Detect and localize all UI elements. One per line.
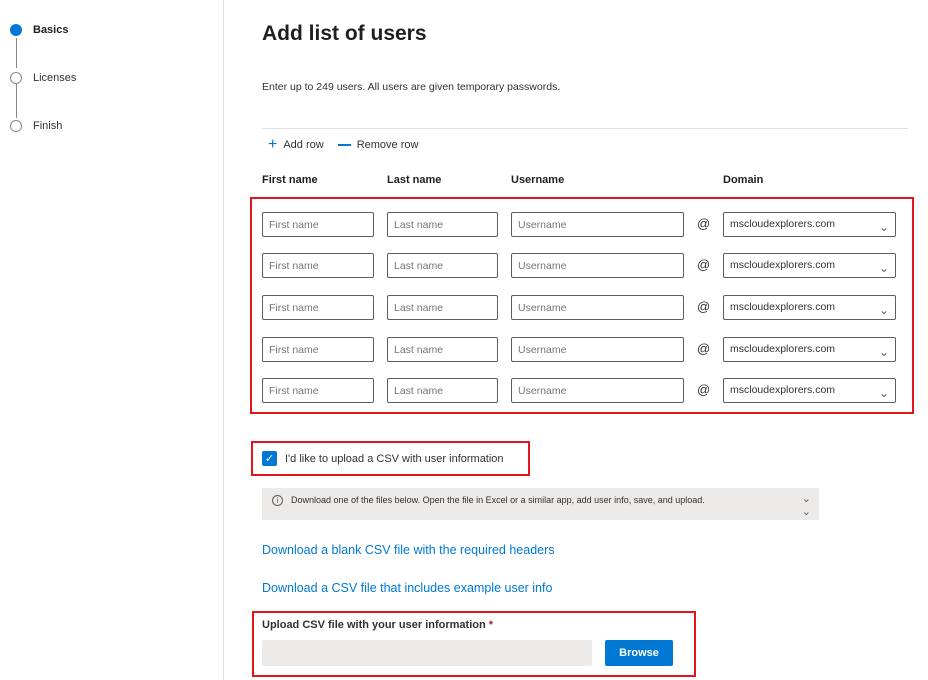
- step-active-indicator-icon: [10, 24, 22, 36]
- column-header-domain: Domain: [723, 174, 764, 186]
- page-title: Add list of users: [262, 22, 427, 45]
- step-connector: [16, 84, 17, 118]
- step-label: Basics: [33, 24, 69, 36]
- minus-icon: [337, 144, 351, 146]
- step-basics[interactable]: Basics: [10, 24, 68, 36]
- expand-chevron-icon[interactable]: ⌄ ⌄: [802, 492, 811, 518]
- info-message-text: Download one of the files below. Open th…: [291, 495, 705, 505]
- highlight-box-user-rows: [250, 197, 914, 414]
- remove-row-label: Remove row: [356, 139, 419, 151]
- step-label: Licenses: [33, 72, 77, 84]
- column-header-first-name: First name: [262, 174, 318, 186]
- step-connector: [16, 38, 17, 68]
- divider: [262, 128, 908, 129]
- info-message-bar: i Download one of the files below. Open …: [262, 488, 819, 520]
- add-row-button[interactable]: + Add row: [268, 136, 324, 153]
- column-header-username: Username: [511, 174, 565, 186]
- plus-icon: +: [268, 136, 278, 153]
- download-blank-csv-link[interactable]: Download a blank CSV file with the requi…: [262, 543, 555, 557]
- table-toolbar: + Add row Remove row: [268, 136, 432, 153]
- remove-row-button[interactable]: Remove row: [337, 139, 419, 151]
- step-label: Finish: [33, 120, 63, 132]
- highlight-box-upload: [252, 611, 696, 677]
- download-example-csv-link[interactable]: Download a CSV file that includes exampl…: [262, 581, 552, 595]
- wizard-stepper: Basics Licenses Finish: [0, 0, 224, 680]
- step-indicator-icon: [10, 72, 22, 84]
- add-row-label: Add row: [283, 139, 324, 151]
- info-icon: i: [272, 495, 283, 506]
- step-finish[interactable]: Finish: [10, 120, 62, 132]
- step-indicator-icon: [10, 120, 22, 132]
- column-header-last-name: Last name: [387, 174, 442, 186]
- highlight-box-csv-option: [251, 441, 530, 476]
- step-licenses[interactable]: Licenses: [10, 72, 76, 84]
- page-subtitle: Enter up to 249 users. All users are giv…: [262, 81, 561, 93]
